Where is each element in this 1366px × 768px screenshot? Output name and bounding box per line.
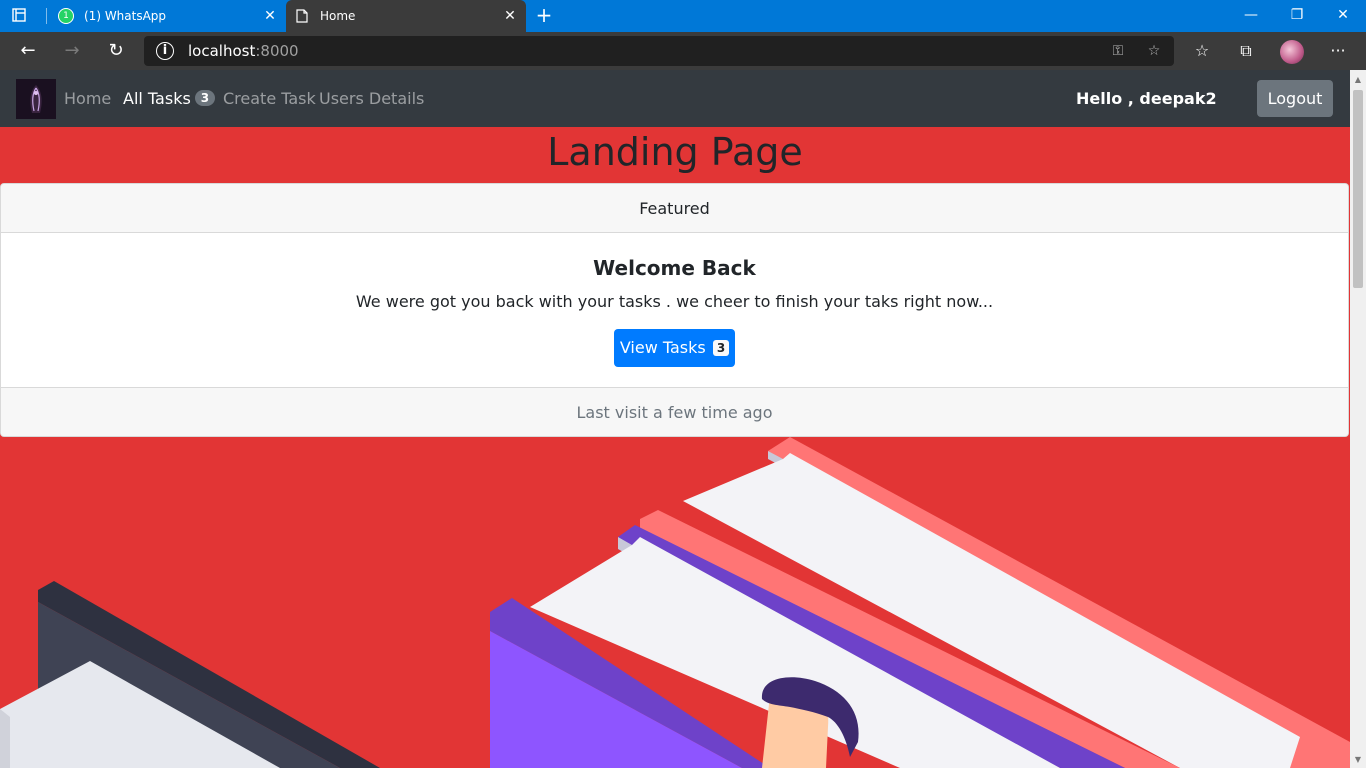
card-header: Featured <box>1 184 1348 233</box>
tab-whatsapp[interactable]: 1 (1) WhatsApp ✕ <box>50 0 286 32</box>
whatsapp-icon: 1 <box>58 8 74 24</box>
tab-home[interactable]: Home ✕ <box>286 0 526 32</box>
page-viewport: Home All Tasks 3 Create Task Users Detail… <box>0 70 1350 768</box>
vertical-scrollbar[interactable]: ▲ ▼ <box>1350 70 1366 768</box>
address-bar[interactable]: i localhost:8000 ⚿ ☆ <box>144 36 1174 66</box>
card-footer: Last visit a few time ago <box>1 387 1348 436</box>
close-tab-icon[interactable]: ✕ <box>500 8 520 24</box>
refresh-icon[interactable]: ↻ <box>104 40 128 62</box>
scroll-up-icon[interactable]: ▲ <box>1350 72 1366 88</box>
add-favorite-icon[interactable]: ☆ <box>1144 42 1164 60</box>
scroll-thumb[interactable] <box>1353 90 1363 288</box>
hero-illustration <box>0 437 1350 768</box>
view-tasks-count-badge: 3 <box>712 340 730 356</box>
view-tasks-label: View Tasks <box>619 338 706 357</box>
close-tab-icon[interactable]: ✕ <box>260 8 280 24</box>
new-tab-icon[interactable]: + <box>534 4 554 28</box>
url-text[interactable]: localhost:8000 <box>188 42 299 60</box>
tasks-count-badge: 3 <box>194 90 216 106</box>
restore-icon[interactable]: ❐ <box>1274 0 1320 32</box>
page-title: Landing Page <box>547 130 803 174</box>
collections-icon[interactable]: ⧉ <box>1234 40 1258 62</box>
more-icon[interactable]: ··· <box>1326 40 1350 62</box>
info-icon[interactable]: i <box>156 42 174 60</box>
forward-arrow-icon[interactable]: → <box>60 40 84 62</box>
browser-tab-bar: 1 (1) WhatsApp ✕ Home ✕ + — ❐ ✕ <box>0 0 1366 32</box>
url-host: localhost <box>188 42 256 60</box>
document-icon <box>294 8 310 24</box>
nav-create-task[interactable]: Create Task <box>223 89 316 108</box>
minimize-icon[interactable]: — <box>1228 0 1274 32</box>
card-title: Welcome Back <box>593 256 756 280</box>
tab-actions-icon[interactable] <box>10 7 28 25</box>
nav-users-details[interactable]: Users Details <box>319 89 424 108</box>
card-text: We were got you back with your tasks . w… <box>355 292 994 311</box>
nav-home[interactable]: Home <box>64 89 111 108</box>
user-greeting: Hello , deepak2 <box>1076 89 1217 108</box>
nav-all-tasks-label: All Tasks <box>123 89 191 108</box>
logout-button[interactable]: Logout <box>1257 80 1333 117</box>
key-icon[interactable]: ⚿ <box>1108 42 1128 60</box>
site-navbar: Home All Tasks 3 Create Task Users Detail… <box>0 70 1350 127</box>
address-toolbar: ← → ↻ i localhost:8000 ⚿ ☆ ☆ ⧉ ··· <box>0 32 1366 70</box>
back-arrow-icon[interactable]: ← <box>16 40 40 62</box>
close-window-icon[interactable]: ✕ <box>1320 0 1366 32</box>
tab-title: (1) WhatsApp <box>84 9 167 23</box>
view-tasks-button[interactable]: View Tasks 3 <box>614 329 735 367</box>
welcome-card: Featured Welcome Back We were got you ba… <box>0 183 1349 437</box>
profile-avatar[interactable] <box>1280 40 1304 64</box>
url-port: :8000 <box>255 42 299 60</box>
scroll-down-icon[interactable]: ▼ <box>1350 752 1366 768</box>
favorites-icon[interactable]: ☆ <box>1190 40 1214 62</box>
nav-all-tasks[interactable]: All Tasks 3 <box>123 89 216 108</box>
tab-title: Home <box>320 9 356 23</box>
tab-separator <box>46 8 47 24</box>
brand-logo[interactable] <box>16 79 56 119</box>
